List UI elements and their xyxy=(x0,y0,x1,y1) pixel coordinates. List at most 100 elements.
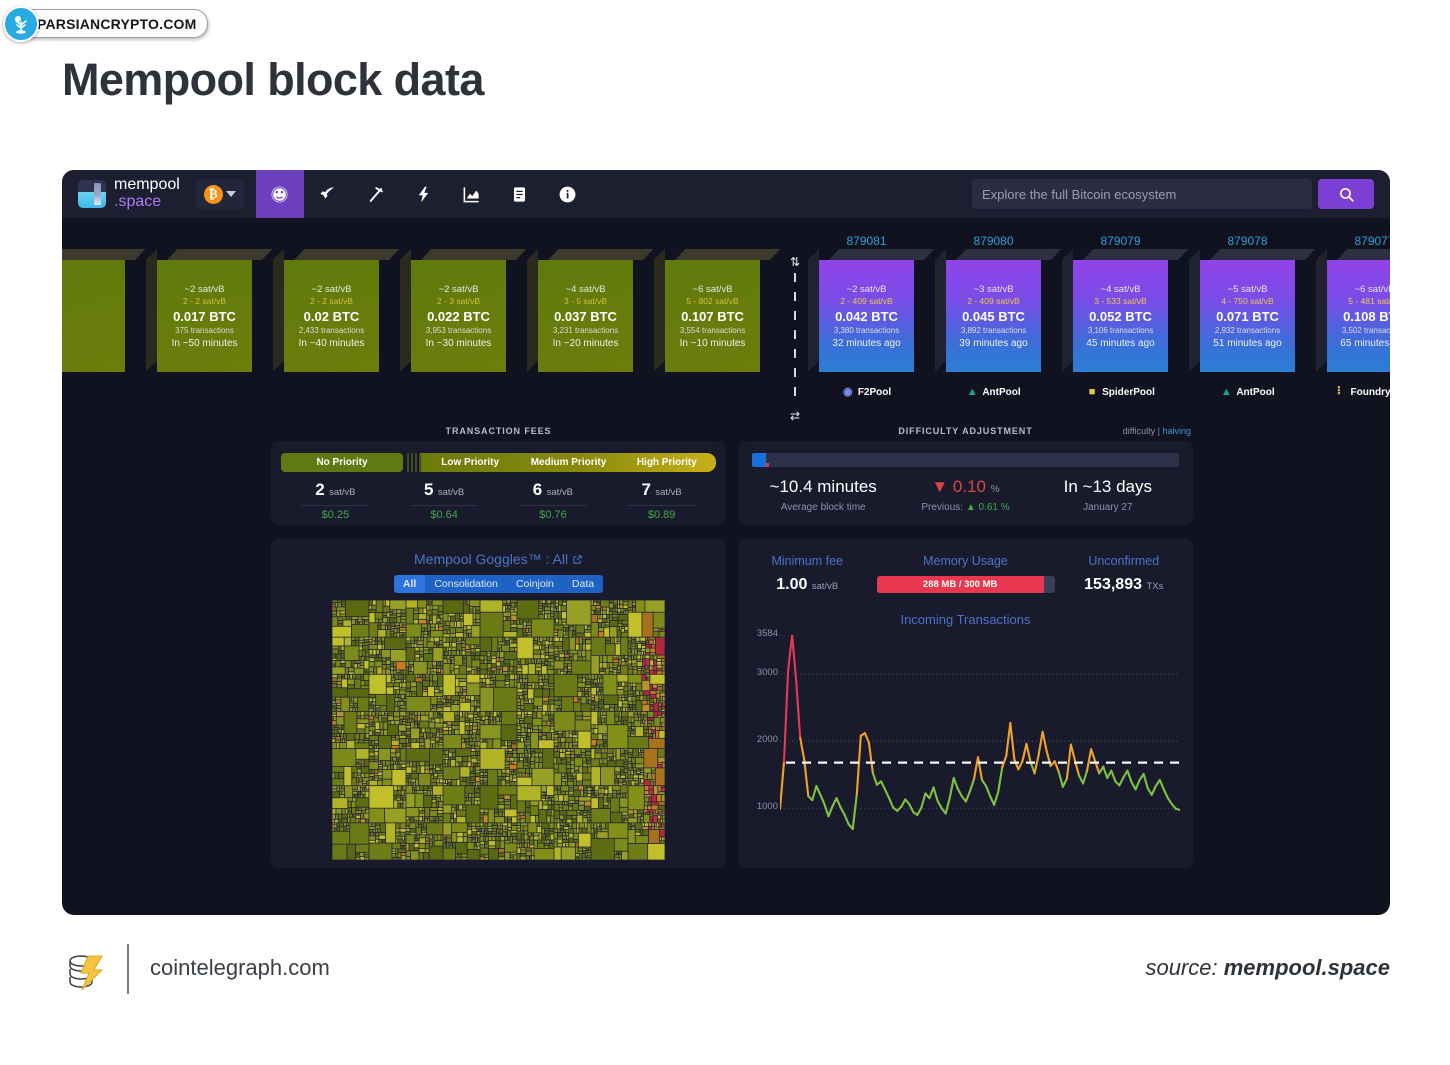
mined-block[interactable]: ~4 sat/vB 3 - 533 sat/vB 0.052 BTC 3,106 tr… xyxy=(1062,249,1189,372)
mempool-block[interactable]: ~6 sat/vB 5 - 802 sat/vB 0.107 BTC 3,554 tr… xyxy=(654,249,781,372)
nav-info-icon[interactable] xyxy=(544,170,592,218)
fee-priority-column: 7 sat/vB $0.89 xyxy=(607,480,716,523)
block-eta: In ~40 minutes xyxy=(298,337,365,349)
block-side xyxy=(527,249,538,372)
priority-segment-medium[interactable]: Medium Priority xyxy=(519,453,617,472)
nav-lightning-icon[interactable] xyxy=(400,170,448,218)
block-fee-rate: ~5 sat/vB xyxy=(1227,283,1268,295)
priority-segment-high[interactable]: High Priority xyxy=(618,453,716,472)
priority-bar: No Priority Low Priority Medium Priority… xyxy=(281,453,716,472)
block-face: ~4 sat/vB 3 - 533 sat/vB 0.052 BTC 3,106 tr… xyxy=(1073,260,1168,372)
block-fee-rate: ~4 sat/vB xyxy=(565,283,606,295)
block-height[interactable]: 879077 xyxy=(1327,234,1390,248)
goggles-tab-consolidation[interactable]: Consolidation xyxy=(425,575,507,593)
previous-value: 0.61 % xyxy=(978,502,1010,513)
halving-link[interactable]: halving xyxy=(1162,426,1191,436)
source-label: source: mempool.space xyxy=(1145,955,1390,981)
mempool-logo[interactable]: mempool .space xyxy=(78,177,180,210)
goggles-title-text: Mempool Goggles™ : All xyxy=(414,551,569,567)
block-top xyxy=(1337,249,1390,260)
block-fee-rate: ~3 sat/vB xyxy=(973,283,1014,295)
mined-block[interactable]: ~6 sat/vB5 - 481 sat/vB 0.108 BTC3,502 tr… xyxy=(1316,249,1390,372)
difficulty-progress-marker xyxy=(765,463,769,467)
transfer-arrows-icon: ⇄ xyxy=(789,409,801,423)
nav-rocket-icon[interactable] xyxy=(304,170,352,218)
block-height[interactable]: 879080 xyxy=(946,234,1041,248)
fee-priority-column: 6 sat/vB $0.76 xyxy=(499,480,608,523)
block-face: ~5 sat/vB 4 - 750 sat/vB 0.071 BTC 2,932 tr… xyxy=(1200,260,1295,372)
block-height[interactable]: 879078 xyxy=(1200,234,1295,248)
goggles-tab-all[interactable]: All xyxy=(393,575,426,593)
block-top xyxy=(294,249,400,260)
cointelegraph-site: cointelegraph.com xyxy=(150,955,330,980)
down-arrow-icon: ▼ xyxy=(931,477,949,496)
block-fee-rate: ~6 sat/vB xyxy=(1354,283,1390,295)
logo-line-1: mempool xyxy=(114,176,180,194)
nav-dashboard-icon[interactable] xyxy=(255,170,304,218)
previous-difficulty: Previous: ▲ 0.61 % xyxy=(894,502,1036,513)
fee-unit: sat/vB xyxy=(437,487,465,498)
mining-pool[interactable]: ■ SpiderPool xyxy=(1063,386,1178,398)
avg-block-time-label: Average block time xyxy=(780,502,866,513)
mined-block[interactable]: ~5 sat/vB 4 - 750 sat/vB 0.071 BTC 2,932 tr… xyxy=(1189,249,1316,372)
mining-pool[interactable]: ⠇ Foundry USA xyxy=(1317,386,1390,398)
difficulty-adjustment-panel: DIFFICULTY ADJUSTMENT difficulty | halvi… xyxy=(738,426,1193,525)
block-fee-rate: ~2 sat/vB xyxy=(438,283,479,295)
priority-segment-low[interactable]: Low Priority xyxy=(421,453,519,472)
goggles-title[interactable]: Mempool Goggles™ : All xyxy=(271,551,726,567)
goggles-tab-coinjoin[interactable]: Coinjoin xyxy=(506,575,563,593)
unconfirmed-column: Unconfirmed 153,893 TXs xyxy=(1055,554,1194,594)
pool-logo-icon: ▲ xyxy=(1220,385,1232,398)
fee-value: 7 xyxy=(641,480,651,499)
blocks-divider: ⇅ ⇄ xyxy=(788,256,802,422)
minimum-fee-label: Minimum fee xyxy=(771,554,844,568)
nav-graphs-icon[interactable] xyxy=(448,170,496,218)
mined-block[interactable]: ~3 sat/vB 2 - 409 sat/vB 0.045 BTC 3,892 tr… xyxy=(935,249,1062,372)
search-icon xyxy=(1339,187,1354,202)
block-total-btc: 0.02 BTC xyxy=(303,308,360,324)
nav-docs-icon[interactable] xyxy=(496,170,544,218)
treemap-svg xyxy=(332,600,665,860)
external-link-icon[interactable] xyxy=(572,551,583,567)
mining-pool[interactable]: ▲ AntPool xyxy=(1190,386,1305,398)
mining-pool[interactable]: ▲ AntPool xyxy=(936,386,1051,398)
next-adjustment-column: In ~13 days January 27 xyxy=(1037,477,1179,513)
block-fee-range: 2 - 3 sat/vB xyxy=(437,295,480,306)
block-face: ~3 sat/vB 2 - 409 sat/vB 0.045 BTC 3,892 tr… xyxy=(946,260,1041,372)
fee-unit: sat/vB xyxy=(655,487,682,498)
search-input[interactable] xyxy=(972,179,1312,209)
block-tx-count: 2,433 transactions xyxy=(298,325,365,335)
nav-icon-list xyxy=(255,170,592,218)
priority-gradient-bar: Low Priority Medium Priority High Priori… xyxy=(421,453,716,472)
difficulty-link[interactable]: difficulty xyxy=(1123,426,1155,436)
difficulty-change-column: ▼ 0.10 % Previous: ▲ 0.61 % xyxy=(894,477,1036,513)
mempool-block[interactable]: ~2 sat/vB 2 - 3 sat/vB 0.022 BTC 3,953 tran… xyxy=(400,249,527,372)
mined-block[interactable]: ~2 sat/vB 2 - 409 sat/vB 0.042 BTC 3,380 tr… xyxy=(808,249,935,372)
unconfirmed-value: 153,893 TXs xyxy=(1055,576,1194,594)
goggles-tab-data[interactable]: Data xyxy=(562,575,604,593)
priority-segment-no-priority[interactable]: No Priority xyxy=(281,453,403,472)
block-fee-range: 4 - 750 sat/vB xyxy=(1221,295,1274,306)
mempool-block[interactable]: ~2 sat/vB 2 - 2 sat/vB 0.02 BTC 2,433 trans… xyxy=(273,249,400,372)
mempool-block[interactable]: ~2 sat/vB 2 - 2 sat/vB 0.017 BTC 375 transa… xyxy=(146,249,273,372)
block-face: ~2 sat/vB 2 - 409 sat/vB 0.042 BTC 3,380 tr… xyxy=(819,260,914,372)
mining-pool[interactable]: ◉ F2Pool xyxy=(809,386,924,398)
block-height[interactable]: 879079 xyxy=(1073,234,1168,248)
pool-name: AntPool xyxy=(982,386,1021,398)
block-total-btc: 0.052 BTC xyxy=(1089,308,1152,324)
block-eta: In ~30 minutes xyxy=(425,337,492,349)
block-side xyxy=(1189,249,1200,372)
chart-y-tick: 2000 xyxy=(756,734,778,746)
goggles-treemap[interactable] xyxy=(332,600,665,860)
fee-value: 2 xyxy=(315,480,325,499)
chart-y-axis: 3584 3000 2000 1000 xyxy=(738,628,778,850)
mempool-block[interactable]: ~4 sat/vB 3 - 5 sat/vB 0.037 BTC 3,231 tran… xyxy=(527,249,654,372)
mempool-block-partial[interactable] xyxy=(62,249,146,372)
block-fee-range: 2 - 409 sat/vB xyxy=(967,295,1020,306)
block-face: ~2 sat/vB 2 - 2 sat/vB 0.02 BTC 2,433 trans… xyxy=(284,260,379,372)
block-height[interactable]: 879081 xyxy=(819,234,914,248)
nav-mining-hammer-icon[interactable] xyxy=(352,170,400,218)
search-button[interactable] xyxy=(1318,179,1374,209)
block-top xyxy=(62,249,146,260)
network-selector[interactable]: ₿ xyxy=(195,179,244,209)
